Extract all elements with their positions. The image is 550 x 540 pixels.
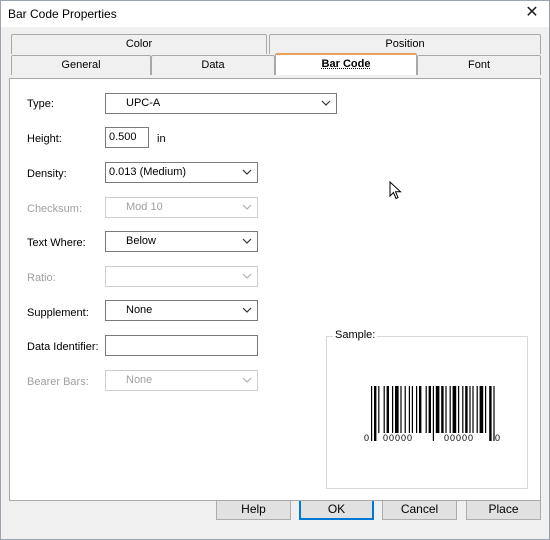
checksum-select: Mod 10: [105, 197, 258, 218]
bar-code-panel: Type: UPC-A Height: 0.500 in Density: 0.…: [9, 78, 541, 501]
height-input-value: 0.500: [109, 131, 137, 143]
tab-font[interactable]: Font: [417, 55, 541, 75]
help-button[interactable]: Help: [216, 498, 291, 520]
tab-bar-code[interactable]: Bar Code: [275, 53, 417, 75]
tab-position[interactable]: Position: [269, 34, 541, 54]
barcode-bar: [419, 386, 422, 433]
density-label: Density:: [27, 168, 67, 180]
barcode-bar: [400, 386, 402, 433]
barcode-bar: [479, 386, 484, 433]
barcode-bar: [449, 386, 451, 433]
barcode-right-group: 00000: [444, 433, 474, 443]
place-button[interactable]: Place: [466, 498, 541, 520]
mouse-cursor-icon: [389, 181, 402, 200]
barcode-preview: 0 00000 00000 0: [364, 386, 500, 443]
tab-font-label: Font: [467, 59, 490, 71]
supplement-select[interactable]: None: [105, 300, 258, 321]
bar-code-properties-dialog: Bar Code Properties ✕ Color Position Gen…: [0, 0, 550, 540]
height-input[interactable]: 0.500: [105, 127, 149, 148]
height-unit: in: [157, 133, 166, 145]
tab-data-label: Data: [201, 59, 225, 71]
barcode-bar: [386, 386, 389, 433]
dialog-body: Color Position General Data Bar Code Fon…: [1, 27, 549, 539]
barcode-bar: [392, 386, 394, 433]
barcode-bar: [472, 386, 474, 433]
data-identifier-label: Data Identifier:: [27, 341, 99, 353]
barcode-left-digit: 0: [364, 433, 369, 443]
barcode-bar: [435, 386, 440, 433]
data-identifier-input[interactable]: [105, 335, 258, 356]
height-label: Height:: [27, 133, 62, 145]
close-icon[interactable]: ✕: [521, 3, 543, 23]
barcode-bar: [374, 386, 377, 441]
barcode-bar: [408, 386, 410, 433]
text-where-select-value: Below: [126, 235, 156, 247]
checksum-label: Checksum:: [27, 203, 83, 215]
barcode-left-group: 00000: [383, 433, 413, 443]
chevron-down-icon: [321, 100, 331, 106]
density-select[interactable]: 0.013 (Medium): [105, 162, 258, 183]
chevron-down-icon: [242, 307, 252, 313]
tab-data[interactable]: Data: [151, 55, 275, 75]
barcode-bar: [411, 386, 413, 433]
chevron-down-icon: [242, 169, 252, 175]
barcode-bar: [458, 386, 460, 433]
tab-general-label: General: [61, 59, 101, 71]
barcode-bar: [489, 386, 492, 441]
supplement-label: Supplement:: [27, 307, 89, 319]
ok-button[interactable]: OK: [299, 498, 374, 520]
barcode-bar: [469, 386, 471, 433]
barcode-bar: [432, 386, 434, 441]
checksum-select-value: Mod 10: [126, 201, 163, 213]
chevron-down-icon: [242, 238, 252, 244]
text-where-select[interactable]: Below: [105, 231, 258, 252]
barcode-bar: [395, 386, 399, 433]
ratio-select: [105, 266, 258, 287]
tab-color-label: Color: [125, 38, 153, 50]
window-title: Bar Code Properties: [8, 7, 117, 21]
bearer-bars-select: None: [105, 370, 258, 391]
barcode-bar: [465, 386, 468, 433]
supplement-select-value: None: [126, 304, 153, 316]
barcode-bar: [425, 386, 427, 433]
barcode-bar: [371, 386, 373, 441]
title-bar: Bar Code Properties ✕: [1, 1, 549, 27]
tab-general[interactable]: General: [11, 55, 151, 75]
type-select[interactable]: UPC-A: [105, 93, 337, 114]
barcode-bar: [428, 386, 431, 433]
bearer-bars-label: Bearer Bars:: [27, 376, 89, 388]
barcode-bar: [462, 386, 464, 433]
chevron-down-icon: [242, 273, 252, 279]
barcode-bar: [476, 386, 478, 433]
barcode-bar: [383, 386, 385, 433]
cancel-button[interactable]: Cancel: [382, 498, 457, 520]
text-where-label: Text Where:: [27, 237, 86, 249]
density-select-value: 0.013 (Medium): [109, 166, 187, 178]
chevron-down-icon: [242, 204, 252, 210]
barcode-bar: [485, 386, 487, 433]
type-select-value: UPC-A: [126, 97, 161, 109]
barcode-right-digit: 0: [495, 433, 500, 443]
barcode-bar: [378, 386, 380, 433]
barcode-bar: [445, 386, 447, 433]
tab-position-label: Position: [385, 38, 425, 50]
bearer-bars-select-value: None: [126, 374, 153, 386]
ratio-label: Ratio:: [27, 272, 56, 284]
chevron-down-icon: [242, 377, 252, 383]
type-label: Type:: [27, 98, 54, 110]
barcode-bar: [404, 386, 406, 433]
sample-group: Sample: 0 00000 00000 0: [326, 329, 528, 489]
barcode-bar: [452, 386, 457, 433]
sample-label: Sample:: [333, 329, 378, 341]
barcode-bar: [441, 386, 444, 433]
barcode-bar: [416, 386, 418, 433]
tab-bar-code-label: Bar Code: [321, 58, 371, 70]
tab-color[interactable]: Color: [11, 34, 267, 54]
